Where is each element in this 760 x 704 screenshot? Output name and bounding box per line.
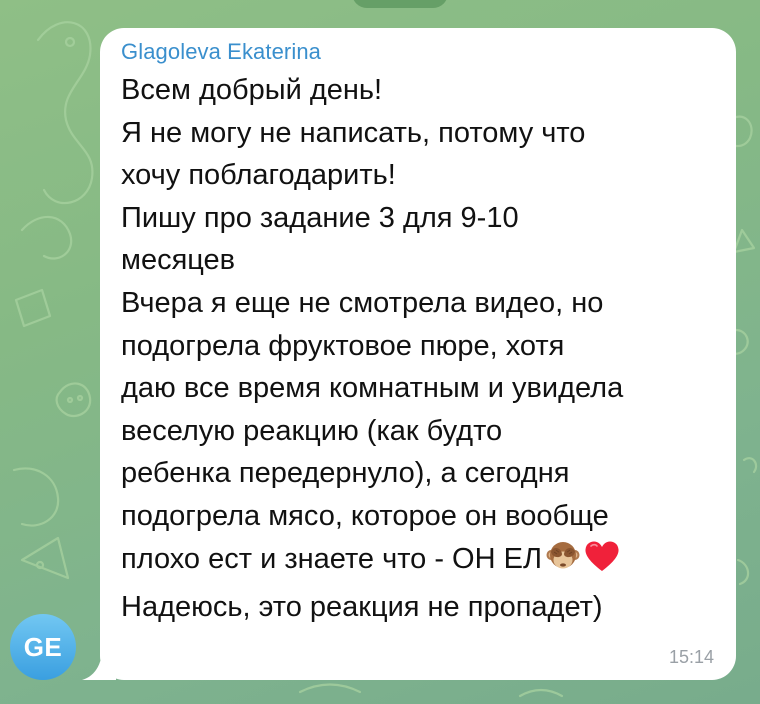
message-line-text: плохо ест и знаете что - ОН ЕЛ xyxy=(121,542,542,575)
message-line: Надеюсь, это реакция не пропадет) xyxy=(121,591,603,624)
see-no-evil-monkey-icon xyxy=(546,540,580,587)
message-line: подогрела мясо, которое он вообще xyxy=(121,499,609,532)
message-line: Я не могу не написать, потому что xyxy=(121,116,586,149)
sender-avatar[interactable]: GE xyxy=(10,614,76,680)
message-line: Пишу про задание 3 для 9-10 xyxy=(121,201,519,234)
avatar-initials: GE xyxy=(23,631,63,662)
date-pill xyxy=(352,0,448,8)
message-time: 15:14 xyxy=(668,647,714,667)
red-heart-icon xyxy=(584,540,620,587)
message-bubble[interactable]: Glagoleva Ekaterina Всем добрый день! Я … xyxy=(100,28,736,680)
message-line: хочу поблагодарить! xyxy=(121,159,396,192)
sender-name[interactable]: Glagoleva Ekaterina xyxy=(121,37,716,67)
message-line: ребенка передернуло), а сегодня xyxy=(121,457,570,490)
message-line: месяцев xyxy=(121,244,236,277)
message-line: Всем добрый день! xyxy=(121,74,383,106)
message-line: Вчера я еще не смотрела видео, но xyxy=(121,286,604,319)
message-line-with-emoji: плохо ест и знаете что - ОН ЕЛ xyxy=(121,538,716,587)
message-line: подогрела фруктовое пюре, хотя xyxy=(121,329,565,362)
message-line: веселую реакцию (как будто xyxy=(121,414,503,447)
message-line: даю все время комнатным и увидела xyxy=(121,372,624,405)
